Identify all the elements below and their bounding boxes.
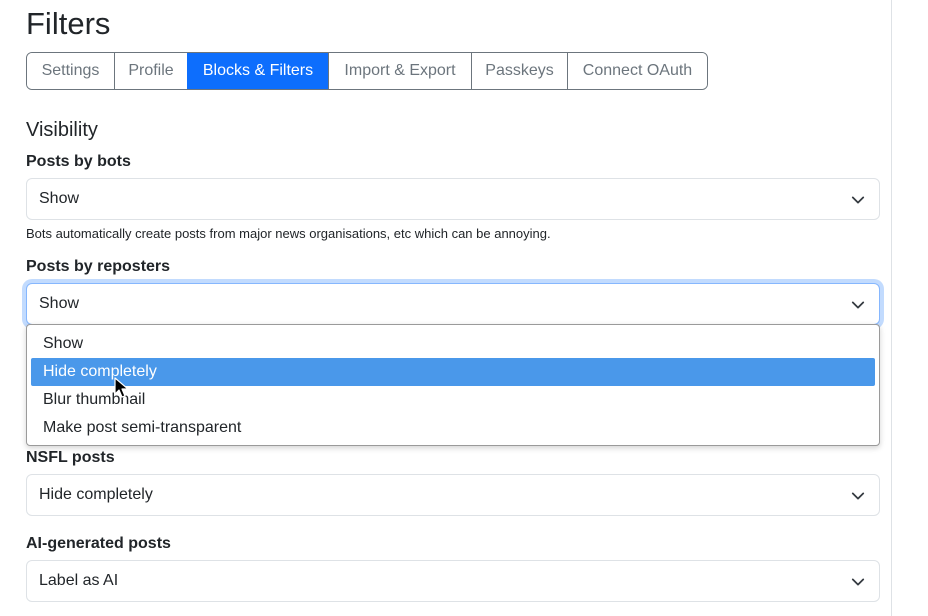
chevron-down-icon [851, 578, 865, 586]
nsfl-select-value: Hide completely [39, 486, 153, 503]
chevron-down-icon [851, 492, 865, 500]
tab-passkeys[interactable]: Passkeys [471, 53, 567, 89]
tab-settings[interactable]: Settings [27, 53, 114, 89]
tab-profile[interactable]: Profile [114, 53, 187, 89]
bots-help-text: Bots automatically create posts from maj… [26, 226, 551, 241]
settings-panel: Filters Settings Profile Blocks & Filter… [0, 0, 892, 616]
reposters-select[interactable]: Show [26, 283, 880, 325]
chevron-down-icon [851, 301, 865, 309]
reposters-select-value: Show [39, 295, 80, 312]
mouse-cursor-icon [114, 377, 129, 398]
reposters-dropdown-list: Show Hide completely Blur thumbnail Make… [26, 324, 880, 446]
settings-tabs: Settings Profile Blocks & Filters Import… [26, 52, 708, 90]
bots-select[interactable]: Show [26, 178, 880, 220]
tab-import-export[interactable]: Import & Export [328, 53, 471, 89]
dropdown-option-blur-thumbnail[interactable]: Blur thumbnail [31, 386, 875, 414]
tab-connect-oauth[interactable]: Connect OAuth [567, 53, 707, 89]
reposters-label: Posts by reposters [26, 258, 171, 275]
nsfl-label: NSFL posts [26, 449, 115, 466]
ai-select[interactable]: Label as AI [26, 560, 880, 602]
bots-label: Posts by bots [26, 153, 131, 170]
bots-select-value: Show [39, 190, 80, 207]
ai-label: AI-generated posts [26, 535, 171, 552]
nsfl-select[interactable]: Hide completely [26, 474, 880, 516]
chevron-down-icon [851, 196, 865, 204]
section-title-visibility: Visibility [26, 119, 98, 141]
page-title: Filters [26, 6, 111, 41]
dropdown-option-hide-completely[interactable]: Hide completely [31, 358, 875, 386]
tab-blocks-filters[interactable]: Blocks & Filters [187, 53, 328, 89]
ai-select-value: Label as AI [39, 572, 119, 589]
dropdown-option-show[interactable]: Show [31, 330, 875, 358]
dropdown-option-semi-transparent[interactable]: Make post semi-transparent [31, 414, 875, 442]
